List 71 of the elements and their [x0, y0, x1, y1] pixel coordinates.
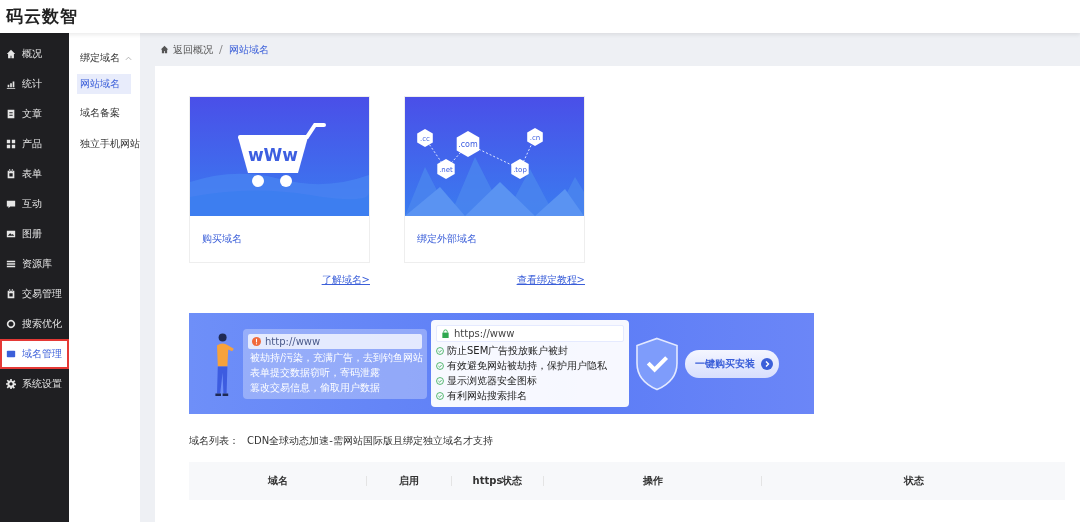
- sidebar-item[interactable]: 表单: [0, 159, 69, 189]
- bar-chart-icon: [6, 79, 16, 89]
- breadcrumb-link[interactable]: 返回概况: [160, 42, 213, 57]
- image-icon: [6, 229, 16, 239]
- benefit-text: 有效避免网站被劫持，保护用户隐私: [447, 359, 607, 372]
- risk-text: 表单提交数据窃听，寄码泄露: [249, 365, 381, 379]
- sidebar-item[interactable]: 互动: [0, 189, 69, 219]
- settings-icon: [6, 379, 16, 389]
- lock-icon: [441, 329, 450, 338]
- check-circle-icon: [436, 346, 444, 355]
- sidebar-item[interactable]: 统计: [0, 69, 69, 99]
- sidebar-item[interactable]: 域名管理: [0, 339, 69, 369]
- sidebar-item[interactable]: 产品: [0, 129, 69, 159]
- home-icon: [160, 45, 169, 54]
- menu-group[interactable]: 绑定域名: [77, 45, 140, 71]
- column-header: 域名: [266, 476, 289, 486]
- column-header: 启用: [366, 476, 451, 486]
- help-link[interactable]: 查看绑定教程>: [516, 273, 585, 287]
- arrow-right-icon: [761, 357, 773, 370]
- card-title: 购买域名: [201, 232, 243, 246]
- help-link[interactable]: 了解域名>: [321, 273, 370, 287]
- sidebar-item[interactable]: 文章: [0, 99, 69, 129]
- clipboard-icon: [6, 169, 16, 179]
- url-text: https://www: [454, 328, 515, 339]
- submenu-item[interactable]: 独立手机网站: [77, 134, 143, 156]
- option-card[interactable]: wWw 购买域名: [189, 96, 370, 263]
- sidebar-item[interactable]: 搜索优化: [0, 309, 69, 339]
- hexagon-shape: [456, 131, 480, 157]
- group-label: 绑定域名: [80, 51, 120, 65]
- domain-tag-text: .com: [458, 140, 478, 149]
- submenu-item[interactable]: 网站域名: [77, 74, 131, 94]
- benefit-text: 有利网站搜索排名: [447, 389, 527, 402]
- benefit-text: 防止SEM广告投放账户被封: [447, 344, 569, 357]
- hexagon-shape: [417, 129, 433, 147]
- app-title: 码云数智: [6, 5, 78, 28]
- benefit-text: 显示浏览器安全图标: [447, 374, 537, 387]
- column-header: 操作: [543, 476, 761, 486]
- check-circle-icon: [436, 361, 444, 370]
- home-icon: [6, 49, 16, 59]
- column-header: 状态: [761, 476, 1065, 486]
- risk-text: 篡改交易信息，偷取用户数据: [249, 380, 381, 394]
- column-header: https状态: [451, 476, 543, 486]
- section-note: CDN全球动态加速-需网站国际版且绑定独立域名才支持: [247, 434, 493, 448]
- www-text: wWw: [247, 145, 299, 165]
- caret-icon: [125, 55, 132, 61]
- submenu-item[interactable]: 域名备案: [77, 103, 123, 125]
- sidebar-item[interactable]: 交易管理: [0, 279, 69, 309]
- card-title: 绑定外部域名: [416, 232, 478, 246]
- chat-bubble-icon: [6, 199, 16, 209]
- hexagon-shape: [437, 159, 455, 179]
- promo-banner[interactable]: http://www 被劫持/污染，充满广告，去到钓鱼网站 表单提交数据窃听，寄码泄露 篡改交易信息，偷取用户数据 https://www 防止SEM广告投放账户被封 有效避免网站被劫持，保护用户隐私 显示浏览器安全图标 有利网站搜索排名 一键购买安装: [189, 313, 814, 414]
- sidebar-item[interactable]: 系统设置: [0, 369, 69, 399]
- buy-install-button[interactable]: 一键购买安装: [685, 349, 779, 378]
- breadcrumb-separator: /: [219, 43, 223, 56]
- risk-text: 被劫持/污染，充满广告，去到钓鱼网站: [249, 350, 422, 364]
- square-icon: [6, 349, 16, 359]
- sidebar-item[interactable]: 图册: [0, 219, 69, 249]
- sidebar-item[interactable]: 概况: [0, 39, 69, 69]
- breadcrumb-current: 网站域名: [228, 42, 269, 57]
- check-circle-icon: [436, 391, 444, 400]
- hexagon-shape: [527, 128, 543, 146]
- clipboard-icon: [6, 289, 16, 299]
- stack-icon: [6, 259, 16, 269]
- warning-icon: [252, 336, 261, 346]
- grid-icon: [6, 139, 16, 149]
- document-icon: [6, 109, 16, 119]
- check-circle-icon: [436, 376, 444, 385]
- section-label: 域名列表：: [189, 434, 239, 448]
- url-text: http://www: [265, 335, 321, 347]
- sidebar-item[interactable]: 资源库: [0, 249, 69, 279]
- hexagon-shape: [511, 159, 529, 179]
